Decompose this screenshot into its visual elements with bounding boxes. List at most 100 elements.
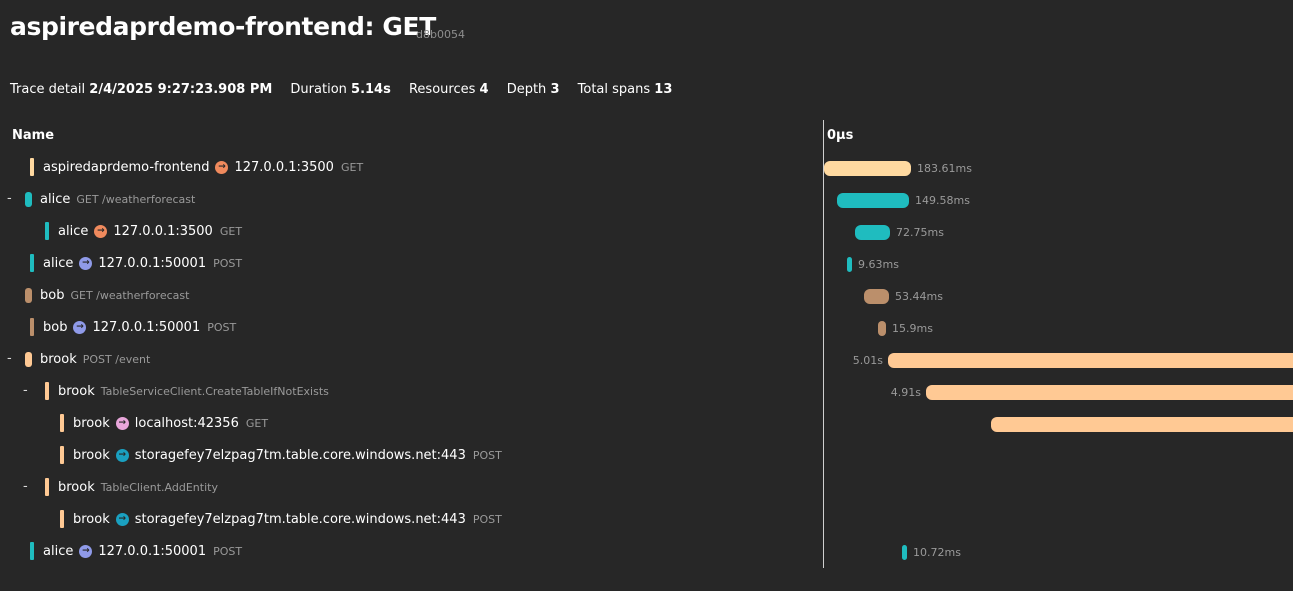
span-row[interactable]: brook → localhost:42356 GET [0, 407, 815, 439]
http-method: POST [472, 512, 502, 526]
span-duration-bar[interactable] [991, 417, 1293, 432]
peer-address: 127.0.0.1:3500 [234, 159, 334, 175]
page-title: aspiredaprdemo-frontend: GET [10, 12, 436, 41]
service-name: alice [40, 191, 71, 207]
resource-color-bar [30, 542, 34, 560]
span-row[interactable]: bob → 127.0.0.1:50001 POST [0, 311, 815, 343]
span-duration-bar[interactable] [926, 385, 1293, 400]
span-row[interactable]: - brook POST /event [0, 343, 815, 375]
peer-address: 127.0.0.1:50001 [92, 319, 201, 335]
http-method: POST [207, 320, 237, 334]
trace-summary: Trace detail 2/4/2025 9:27:23.908 PM Dur… [10, 82, 686, 97]
span-label: bob → 127.0.0.1:50001 POST [30, 318, 236, 336]
outgoing-call-icon: → [79, 544, 93, 558]
span-duration-label: 10.72ms [913, 546, 961, 559]
trace-id: d8b0054 [416, 28, 465, 41]
resources-value: 4 [479, 82, 489, 97]
span-row[interactable]: - brook TableClient.AddEntity [0, 471, 815, 503]
span-duration-bar[interactable] [902, 545, 907, 560]
span-name: GET /weatherforecast [76, 192, 196, 206]
service-name: brook [58, 479, 95, 495]
outgoing-call-icon: → [79, 256, 93, 270]
service-name: alice [43, 543, 74, 559]
span-duration-bar[interactable] [847, 257, 852, 272]
resource-color-bar [30, 254, 34, 272]
span-row[interactable]: alice → 127.0.0.1:3500 GET [0, 215, 815, 247]
span-row[interactable]: brook → storagefey7elzpag7tm.table.core.wi… [0, 503, 815, 535]
outgoing-call-icon: → [115, 416, 129, 430]
span-label: brook TableClient.AddEntity [45, 478, 218, 496]
span-duration-label: 5.01s [852, 354, 883, 367]
peer-address: 127.0.0.1:50001 [98, 255, 207, 271]
span-name: GET /weatherforecast [70, 288, 190, 302]
service-name: brook [58, 383, 95, 399]
span-row[interactable]: alice → 127.0.0.1:50001 POST [0, 535, 815, 567]
service-name: brook [40, 351, 77, 367]
span-duration-label: 149.58ms [915, 194, 970, 207]
span-duration-label: 183.61ms [917, 162, 972, 175]
resource-color-bar [30, 158, 34, 176]
span-row[interactable]: brook → storagefey7elzpag7tm.table.core.wi… [0, 439, 815, 471]
service-name: alice [58, 223, 89, 239]
span-label: brook → storagefey7elzpag7tm.table.core.wi… [60, 446, 502, 464]
span-duration-bar[interactable] [864, 289, 889, 304]
service-name: bob [43, 319, 68, 335]
timeline-header: 0µs [827, 128, 854, 143]
peer-address: storagefey7elzpag7tm.table.core.windows.… [134, 511, 466, 527]
span-duration-bar[interactable] [855, 225, 890, 240]
span-name: TableClient.AddEntity [100, 480, 218, 494]
span-label: brook POST /event [25, 350, 150, 368]
span-label: brook → storagefey7elzpag7tm.table.core.wi… [60, 510, 502, 528]
resource-color-bar [45, 222, 49, 240]
depth-value: 3 [550, 82, 560, 97]
http-method: GET [245, 416, 269, 430]
collapse-toggle[interactable]: - [23, 383, 33, 398]
resource-color-bar [45, 478, 49, 496]
depth-label: Depth [506, 82, 547, 97]
span-name: POST /event [82, 352, 151, 366]
trace-detail-value: 2/4/2025 9:27:23.908 PM [89, 82, 273, 97]
duration-value: 5.14s [351, 82, 391, 97]
span-duration-label: 53.44ms [895, 290, 943, 303]
duration-label: Duration [290, 82, 347, 97]
span-duration-label: 4.91s [890, 386, 921, 399]
collapse-toggle[interactable]: - [23, 479, 33, 494]
span-duration-bar[interactable] [878, 321, 886, 336]
resource-color-bar [60, 414, 64, 432]
http-method: POST [472, 448, 502, 462]
span-label: alice GET /weatherforecast [25, 190, 195, 208]
outgoing-call-icon: → [115, 512, 129, 526]
http-method: POST [213, 544, 243, 558]
peer-address: 127.0.0.1:50001 [98, 543, 207, 559]
resource-color-bar [60, 446, 64, 464]
service-name: brook [73, 511, 110, 527]
column-divider[interactable] [823, 120, 824, 568]
collapse-toggle[interactable]: - [7, 191, 17, 206]
span-row[interactable]: aspiredaprdemo-frontend → 127.0.0.1:3500 GE… [0, 151, 815, 183]
span-row[interactable]: alice → 127.0.0.1:50001 POST [0, 247, 815, 279]
span-duration-label: 9.63ms [858, 258, 899, 271]
collapse-toggle[interactable]: - [7, 351, 17, 366]
span-duration-bar[interactable] [837, 193, 909, 208]
span-row[interactable]: - brook TableServiceClient.CreateTableIfNo… [0, 375, 815, 407]
outgoing-call-icon: → [115, 448, 129, 462]
span-label: alice → 127.0.0.1:50001 POST [30, 254, 242, 272]
span-row[interactable]: - alice GET /weatherforecast [0, 183, 815, 215]
peer-address: storagefey7elzpag7tm.table.core.windows.… [134, 447, 466, 463]
service-name: aspiredaprdemo-frontend [43, 159, 210, 175]
name-column-header[interactable]: Name [12, 128, 54, 143]
resource-db-icon [25, 287, 32, 303]
span-duration-bar[interactable] [888, 353, 1293, 368]
span-duration-label: 72.75ms [896, 226, 944, 239]
span-duration-label: 15.9ms [892, 322, 933, 335]
http-method: GET [219, 224, 243, 238]
outgoing-call-icon: → [94, 224, 108, 238]
span-row[interactable]: bob GET /weatherforecast [0, 279, 815, 311]
span-duration-bar[interactable] [824, 161, 911, 176]
resources-label: Resources [408, 82, 476, 97]
trace-detail-label: Trace detail [10, 82, 86, 97]
service-name: brook [73, 447, 110, 463]
peer-address: localhost:42356 [134, 415, 239, 431]
peer-address: 127.0.0.1:3500 [113, 223, 213, 239]
outgoing-call-icon: → [73, 320, 87, 334]
